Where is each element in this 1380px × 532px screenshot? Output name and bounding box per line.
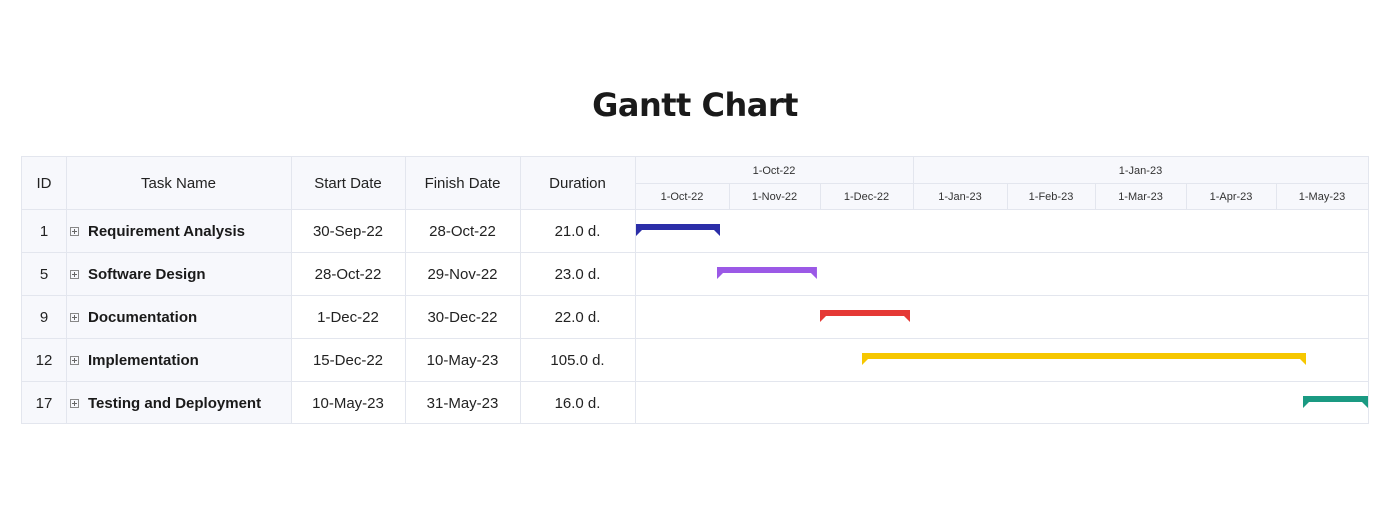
task-bar[interactable] xyxy=(636,224,720,236)
gantt-table: ID Task Name Start Date Finish Date Dura… xyxy=(21,156,1369,424)
gantt-bars xyxy=(636,224,1368,408)
chart-title: Gantt Chart xyxy=(592,86,798,124)
task-bar[interactable] xyxy=(862,353,1306,365)
task-bar[interactable] xyxy=(1303,396,1368,408)
task-bar[interactable] xyxy=(717,267,817,279)
task-bar[interactable] xyxy=(820,310,910,322)
